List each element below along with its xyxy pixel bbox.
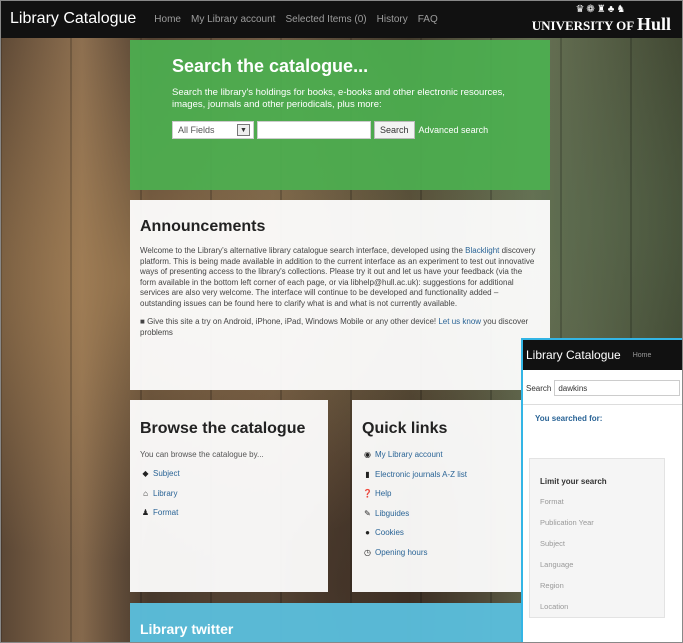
nav-history-link[interactable]: History	[377, 14, 408, 25]
nav-selected-items-link[interactable]: Selected Items (0)	[285, 14, 366, 25]
search-field-select[interactable]: All Fields ▼	[172, 121, 254, 139]
question-icon: ❓	[362, 489, 373, 498]
quick-link-my-account[interactable]: ◉ My Library account	[362, 450, 540, 459]
announcements-text-part: Welcome to the Library's alternative lib…	[140, 246, 466, 255]
quick-link-label: Opening hours	[375, 547, 428, 557]
quick-link-label: Electronic journals A-Z list	[375, 469, 468, 479]
let-us-know-link[interactable]: Let us know	[438, 317, 481, 326]
quick-link-ejournals[interactable]: ▮ Electronic journals A-Z list	[362, 470, 540, 479]
quick-links-title: Quick links	[362, 420, 448, 437]
university-name: Hull	[636, 14, 671, 34]
university-name-prefix: UNIVERSITY OF	[531, 18, 634, 33]
inset-brand[interactable]: Library Catalogue	[526, 348, 621, 362]
you-searched-for: You searched for:	[535, 414, 603, 423]
announcements-text-part: discovery platform. This is being made a…	[140, 246, 536, 308]
nav-home-link[interactable]: Home	[154, 14, 181, 25]
chevron-down-icon: ▼	[237, 124, 250, 136]
search-input[interactable]	[257, 121, 371, 139]
facet-format[interactable]: Format	[540, 497, 654, 506]
browse-item-label: Subject	[153, 469, 180, 478]
search-form: All Fields ▼ Search Advanced search	[172, 121, 508, 139]
inset-search-label: Search	[526, 383, 552, 393]
pencil-icon: ✎	[364, 508, 371, 518]
announcements-devices-text: ■ Give this site a try on Android, iPhon…	[140, 317, 540, 338]
announcements-text: Welcome to the Library's alternative lib…	[140, 246, 540, 309]
browse-item-label: Library	[153, 488, 178, 498]
browse-format-link[interactable]: ♟ Format	[140, 508, 318, 517]
twitter-panel: Library twitter	[130, 603, 550, 643]
facet-region[interactable]: Region	[540, 581, 654, 590]
book-icon: ▮	[365, 469, 370, 479]
facet-language[interactable]: Language	[540, 560, 654, 569]
home-icon: ⌂	[143, 488, 148, 498]
twitter-title: Library twitter	[140, 621, 234, 637]
search-button[interactable]: Search	[374, 121, 415, 139]
quick-link-help[interactable]: ❓ Help	[362, 489, 540, 498]
inset-search-bar: Search dawkins	[523, 370, 683, 396]
search-description: Search the library's holdings for books,…	[172, 87, 505, 110]
quick-link-label: Help	[375, 489, 392, 498]
inset-home-link[interactable]: Home	[633, 352, 652, 359]
quick-link-label: Libguides	[375, 508, 410, 518]
announcements-title: Announcements	[140, 218, 266, 235]
blacklight-link[interactable]: Blacklight	[465, 246, 499, 255]
search-title: Search the catalogue...	[172, 56, 369, 76]
info-icon: ●	[365, 528, 370, 537]
nav-my-account-link[interactable]: My Library account	[191, 14, 275, 25]
top-navbar: Library Catalogue Home My Library accoun…	[0, 0, 683, 38]
limit-search-panel: Limit your search Format Publication Yea…	[529, 458, 665, 618]
advanced-search-link[interactable]: Advanced search	[419, 125, 489, 135]
browse-title: Browse the catalogue	[140, 420, 306, 437]
user-icon: ♟	[141, 508, 150, 517]
university-logo[interactable]: ♛❁♜♣♞ UNIVERSITY OF Hull	[532, 4, 671, 35]
inset-navbar: Library Catalogue Home	[523, 340, 683, 370]
facet-publication-year[interactable]: Publication Year	[540, 518, 654, 527]
search-hero: Search the catalogue... Search the libra…	[130, 40, 550, 190]
inset-search-input[interactable]: dawkins	[554, 380, 680, 396]
quick-link-opening-hours[interactable]: ◷ Opening hours	[362, 548, 540, 557]
facet-location[interactable]: Location	[540, 602, 654, 611]
clock-icon: ◷	[364, 547, 371, 557]
browse-intro: You can browse the catalogue by...	[140, 450, 264, 459]
eye-icon: ◉	[364, 450, 371, 459]
browse-library-link[interactable]: ⌂ Library	[140, 489, 318, 498]
inset-search-results-screenshot: Library Catalogue Home Search dawkins Yo…	[521, 338, 683, 643]
comment-icon: ■	[140, 317, 145, 326]
quick-link-label: My Library account	[375, 450, 443, 459]
limit-search-title: Limit your search	[540, 477, 607, 486]
facet-subject[interactable]: Subject	[540, 539, 654, 548]
quick-link-libguides[interactable]: ✎ Libguides	[362, 509, 540, 518]
browse-panel: Browse the catalogue You can browse the …	[130, 400, 328, 592]
browse-subject-link[interactable]: ◆ Subject	[140, 469, 318, 478]
browse-item-label: Format	[153, 508, 179, 517]
tags-icon: ◆	[142, 469, 149, 478]
brand-link[interactable]: Library Catalogue	[10, 10, 136, 28]
announcements-panel: Announcements Welcome to the Library's a…	[130, 200, 550, 390]
devices-text: Give this site a try on Android, iPhone,…	[147, 317, 437, 326]
nav-faq-link[interactable]: FAQ	[418, 14, 438, 25]
quick-link-label: Cookies	[375, 528, 404, 537]
quick-link-cookies[interactable]: ● Cookies	[362, 528, 540, 537]
search-field-value: All Fields	[178, 125, 215, 135]
